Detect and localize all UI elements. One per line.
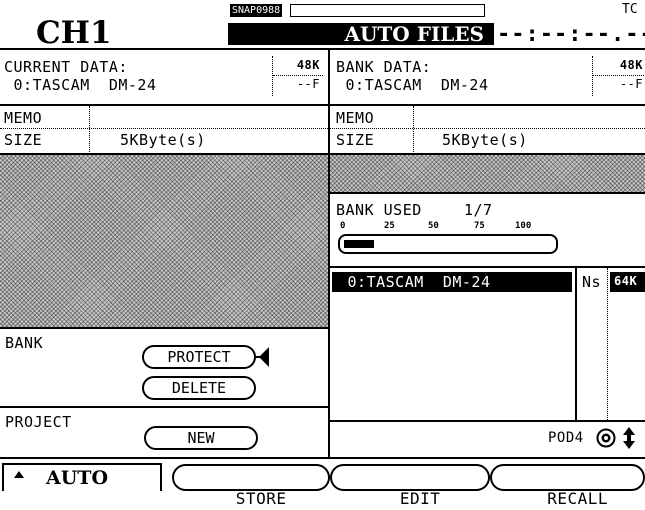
time-code: --:--:--.-- (497, 22, 645, 47)
tab-recall-label: RECALL (547, 489, 609, 508)
current-rate-box: 48K --F (272, 56, 323, 96)
bank-used-scale: 0 25 50 75 100 (340, 221, 550, 233)
scale-tick-75: 75 (474, 221, 485, 231)
bank-size-value: 5KByte(s) (442, 131, 528, 149)
tab-store-label: STORE (235, 489, 287, 508)
bank-used-count: 1/7 (464, 201, 493, 219)
bank-list-row-selected[interactable]: 0:TASCAM DM-24 (332, 272, 572, 292)
bank-list[interactable]: 0:TASCAM DM-24 Ns 64K (330, 268, 645, 420)
bank-memo-label: MEMO (336, 109, 375, 127)
scale-tick-25: 25 (384, 221, 395, 231)
tab-auto[interactable]: AUTO (2, 463, 162, 491)
current-mode: --F (296, 77, 320, 91)
pod-knob-icon[interactable] (596, 428, 616, 448)
bank-used-panel: BANK USED 1/7 0 25 50 75 100 (330, 192, 645, 266)
tab-recall[interactable]: RECALL (490, 464, 645, 508)
bank-rate-box: 48K --F (592, 56, 645, 96)
bank-data-panel: BANK DATA: 0:TASCAM DM-24 48K --F MEMO S… (330, 48, 645, 155)
tab-edit[interactable]: EDIT (330, 464, 490, 508)
bank-mode: --F (619, 77, 643, 91)
up-down-arrow-icon (622, 427, 636, 449)
bank-used-label: BANK USED (336, 201, 422, 219)
protect-button[interactable]: PROTECT (142, 345, 256, 369)
bank-used-fill (344, 240, 374, 248)
cursor-pointer-icon (256, 347, 270, 367)
protect-button-label: PROTECT (167, 348, 231, 366)
tab-auto-label: AUTO (46, 467, 109, 489)
new-button[interactable]: NEW (144, 426, 258, 450)
project-section: PROJECT NEW (0, 408, 328, 458)
hatched-area-left (0, 155, 328, 328)
current-size-value: 5KByte(s) (120, 131, 206, 149)
up-triangle-icon (14, 471, 24, 478)
tab-store[interactable]: STORE (172, 464, 330, 508)
bank-data-label: BANK DATA: (336, 58, 432, 76)
bank-data-entry: 0:TASCAM DM-24 (336, 76, 489, 94)
current-memo-label: MEMO (4, 109, 43, 127)
bank-list-col-ns: Ns (582, 273, 602, 291)
bank-rate: 48K (619, 58, 643, 72)
current-size-label: SIZE (4, 131, 43, 149)
snapshot-meter (290, 4, 485, 17)
tc-label: TC (622, 2, 638, 17)
bank-section: BANK PROTECT DELETE (0, 329, 328, 407)
hatched-area-right (330, 155, 645, 192)
delete-button-label: DELETE (171, 379, 227, 397)
bank-section-label: BANK (5, 334, 44, 352)
current-data-label: CURRENT DATA: (4, 58, 128, 76)
scale-tick-100: 100 (515, 221, 532, 231)
screen-title-bar: AUTO FILES (228, 23, 494, 45)
scale-tick-50: 50 (428, 221, 439, 231)
channel-label: CH1 (36, 15, 112, 51)
new-button-label: NEW (187, 429, 215, 447)
pod-label: POD4 (548, 430, 584, 446)
current-data-panel: CURRENT DATA: 0:TASCAM DM-24 48K --F MEM… (0, 48, 330, 155)
bank-list-col-rate: 64K (614, 274, 638, 288)
bank-list-rate-cell: 64K (610, 272, 645, 292)
bank-used-bar (338, 234, 558, 254)
project-section-label: PROJECT (5, 413, 72, 431)
tab-edit-label: EDIT (399, 489, 441, 508)
bank-size-label: SIZE (336, 131, 375, 149)
scale-tick-0: 0 (340, 221, 346, 231)
current-rate: 48K (296, 58, 320, 72)
snapshot-indicator: SNAP0988 (230, 4, 283, 17)
screen-title: AUTO FILES (344, 22, 484, 46)
bank-list-entry: 0:TASCAM DM-24 (338, 273, 491, 291)
snapshot-label: SNAP0988 (232, 5, 281, 16)
current-data-entry: 0:TASCAM DM-24 (4, 76, 157, 94)
delete-button[interactable]: DELETE (142, 376, 256, 400)
